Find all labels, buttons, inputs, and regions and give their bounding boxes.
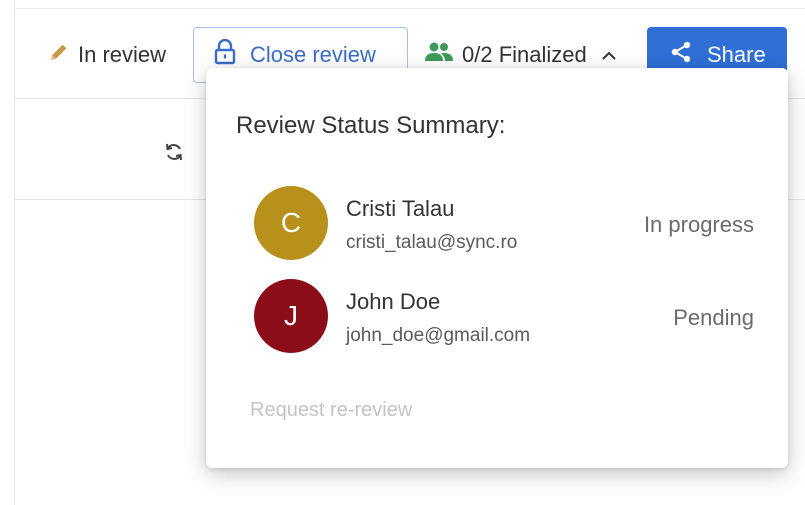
lock-icon <box>214 38 236 71</box>
page-border-top <box>14 8 805 9</box>
review-status-popover: Review Status Summary: C Cristi Talau cr… <box>206 68 788 468</box>
reviewer-row: C Cristi Talau cristi_talau@sync.ro In p… <box>254 186 754 266</box>
review-status-label: In review <box>78 42 167 67</box>
reviewer-email: cristi_talau@sync.ro <box>346 232 518 253</box>
request-rereview-link[interactable]: Request re-review <box>250 399 412 422</box>
share-label: Share <box>707 42 766 67</box>
avatar: C <box>254 186 328 260</box>
chevron-up-icon <box>595 42 617 68</box>
finalized-count: 0/2 Finalized <box>462 42 587 67</box>
share-icon <box>669 40 693 70</box>
reviewer-email: john_doe@gmail.com <box>346 325 531 346</box>
reviewer-name: Cristi Talau <box>346 196 455 221</box>
sync-icon[interactable] <box>162 140 186 164</box>
people-icon <box>424 40 454 70</box>
reviewer-name: John Doe <box>346 289 441 314</box>
reviewer-status: Pending <box>673 305 754 330</box>
reviewer-row: J John Doe john_doe@gmail.com Pending <box>254 279 754 359</box>
review-status-indicator: In review <box>48 41 166 69</box>
pencil-icon <box>48 41 70 69</box>
close-review-label: Close review <box>250 42 376 67</box>
finalized-toggle[interactable]: 0/2 Finalized <box>424 41 617 69</box>
reviewer-status: In progress <box>643 212 754 237</box>
popover-title: Review Status Summary: <box>236 112 506 139</box>
review-screen: In review Close review 0/2 Finalized Sha… <box>0 0 805 505</box>
avatar: J <box>254 279 328 353</box>
